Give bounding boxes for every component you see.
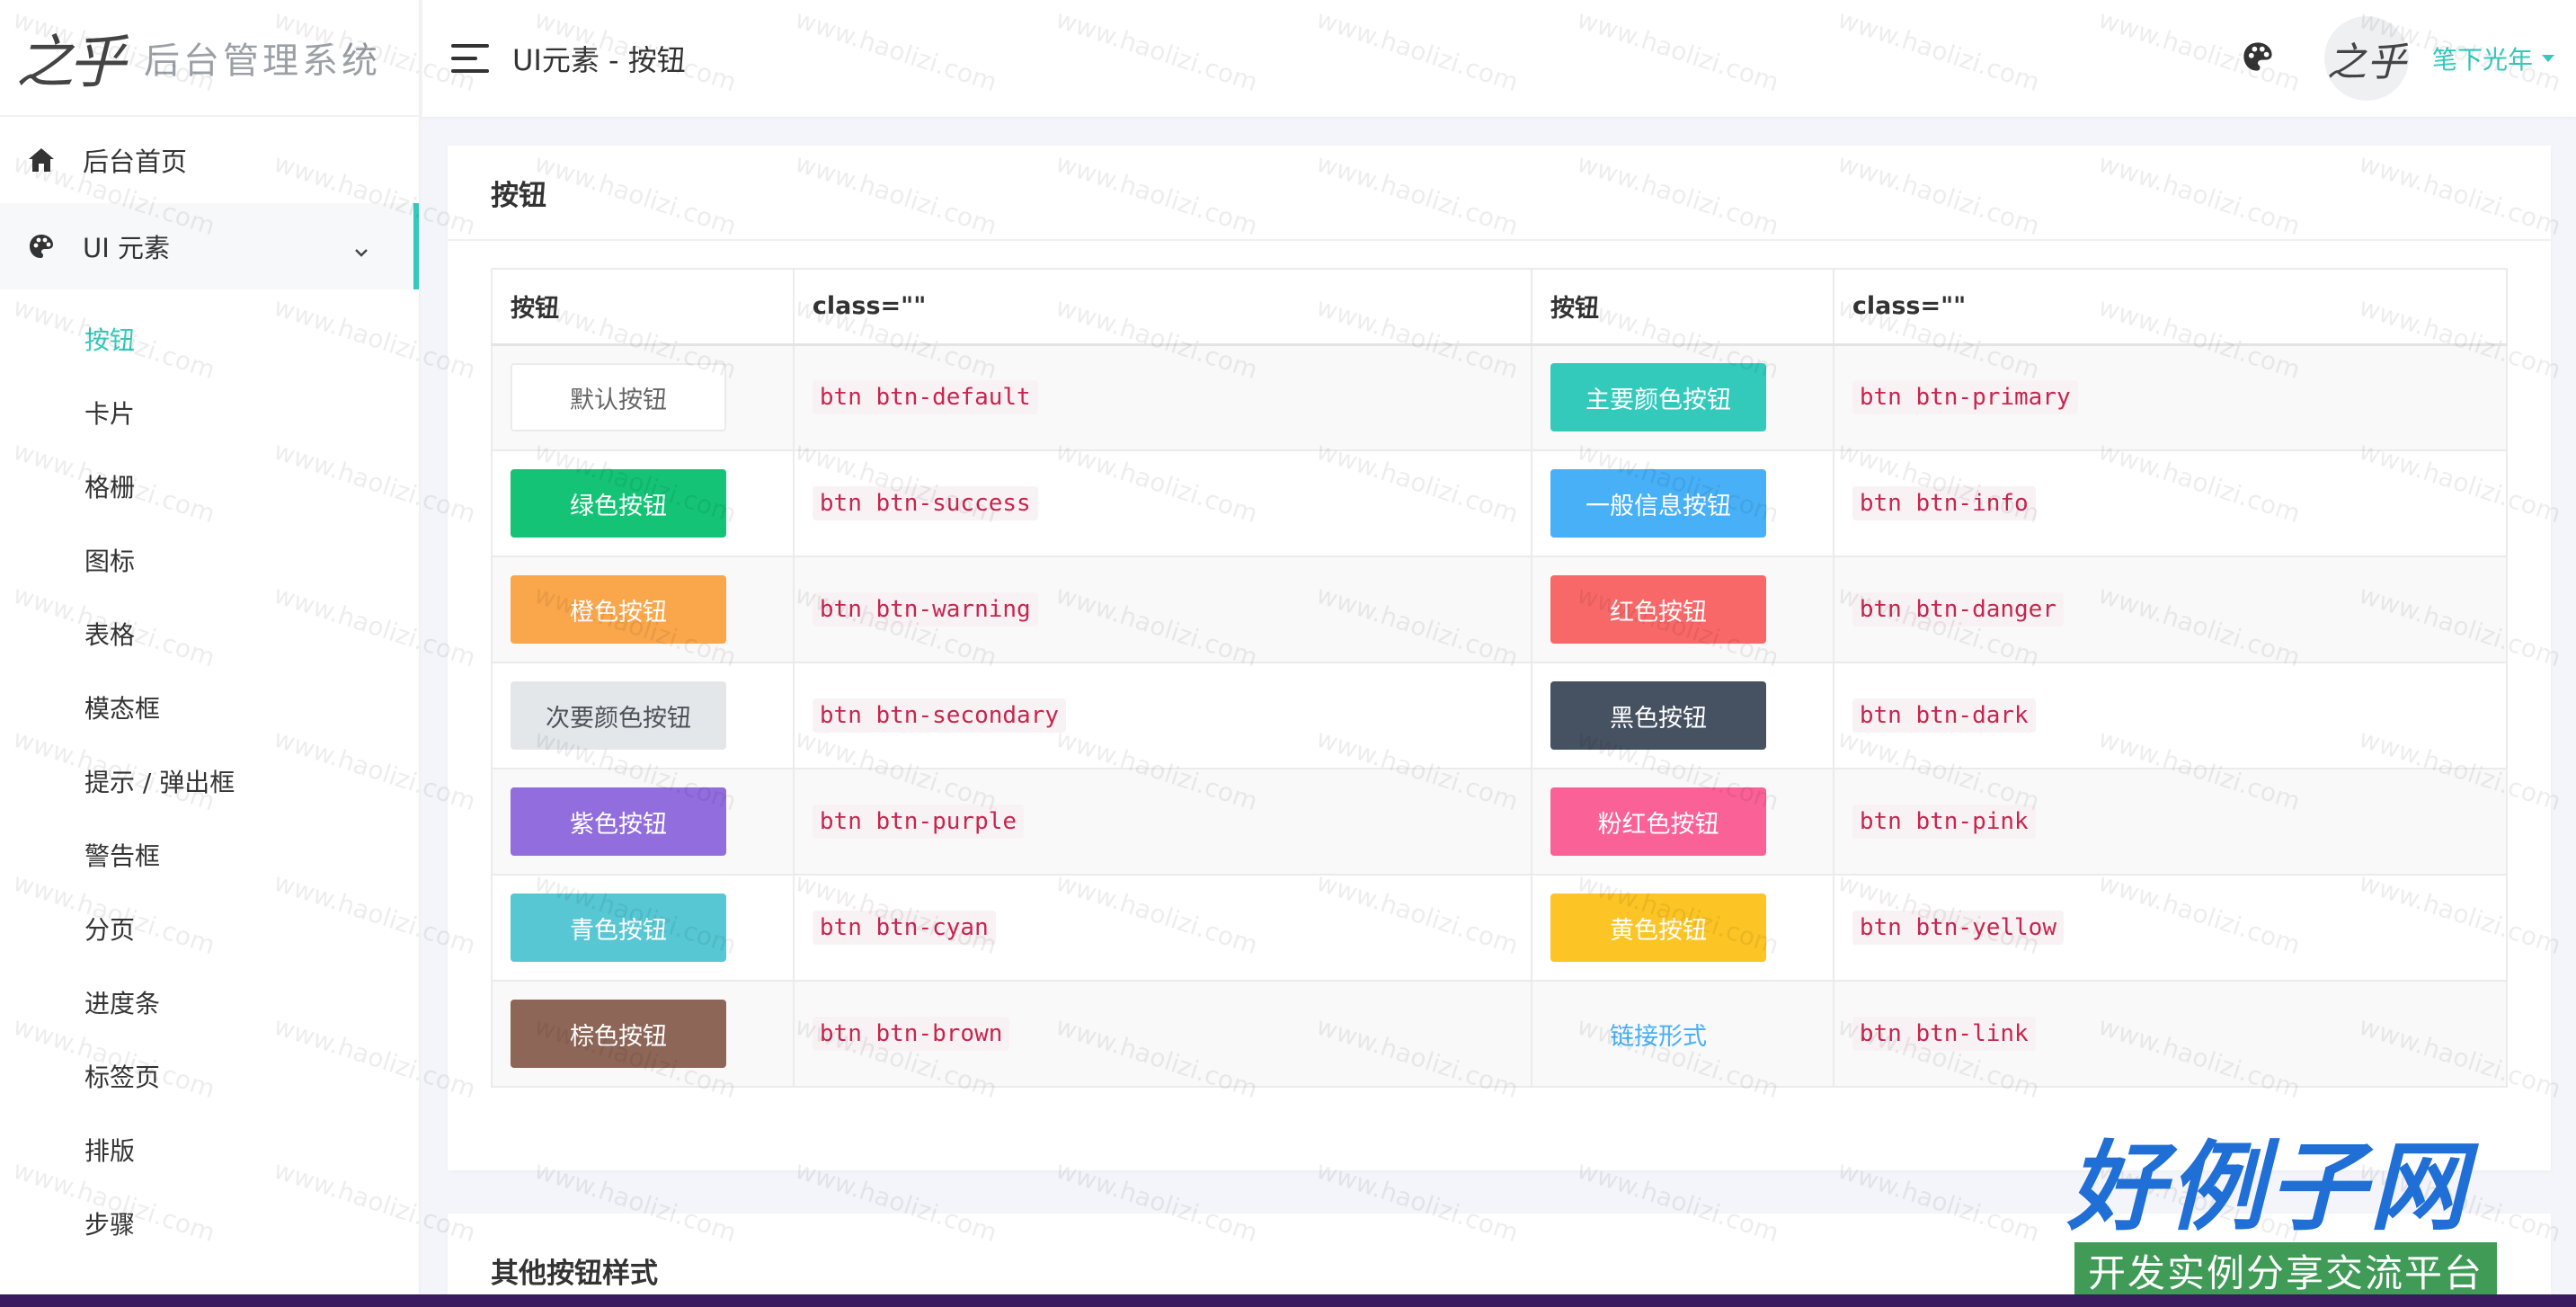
- class-code: btn btn-warning: [812, 592, 1038, 627]
- submenu-item-tables[interactable]: 表格: [0, 597, 419, 671]
- brand-logo[interactable]: 之乎 后台管理系统: [0, 0, 419, 117]
- submenu-item-modals[interactable]: 模态框: [0, 671, 419, 744]
- menu-toggle-icon[interactable]: [451, 44, 489, 73]
- table-row: 绿色按钮 btn btn-success 一般信息按钮 btn btn-info: [491, 449, 2509, 557]
- yellow-button[interactable]: 黄色按钮: [1550, 894, 1766, 962]
- class-code: btn btn-success: [812, 486, 1038, 520]
- badge-title: 好例子网: [2067, 1131, 2471, 1244]
- class-code: btn btn-primary: [1852, 380, 2078, 415]
- danger-button[interactable]: 红色按钮: [1550, 575, 1766, 644]
- submenu-item-grid[interactable]: 格栅: [0, 449, 419, 523]
- submenu-item-alerts[interactable]: 警告框: [0, 818, 419, 892]
- secondary-button[interactable]: 次要颜色按钮: [511, 681, 726, 750]
- theme-palette-icon[interactable]: [2242, 40, 2274, 76]
- warning-button[interactable]: 橙色按钮: [511, 575, 726, 644]
- submenu-item-typography[interactable]: 排版: [0, 1113, 419, 1187]
- sidebar-menu: 后台首页 UI 元素: [0, 117, 419, 289]
- buttons-table: 按钮 class="" 按钮 class="" 默认按钮 btn btn-def…: [491, 268, 2509, 1088]
- table-row: 紫色按钮 btn btn-purple 粉红色按钮 btn btn-pink: [491, 768, 2509, 876]
- class-code: btn btn-dark: [1852, 698, 2036, 733]
- default-button[interactable]: 默认按钮: [511, 363, 726, 432]
- sidebar-item-label: UI 元素: [83, 233, 170, 263]
- success-button[interactable]: 绿色按钮: [511, 469, 726, 538]
- watermark-badge: 好例子网 开发实例分享交流平台: [2067, 1129, 2499, 1307]
- page-title: UI元素 - 按钮: [512, 43, 686, 77]
- home-icon: [27, 146, 56, 174]
- table-row: 青色按钮 btn btn-cyan 黄色按钮 btn btn-yellow: [491, 874, 2509, 982]
- palette-icon: [27, 232, 56, 261]
- class-code: btn btn-purple: [812, 805, 1025, 839]
- purple-button[interactable]: 紫色按钮: [511, 787, 726, 856]
- class-code: btn btn-yellow: [1852, 911, 2064, 945]
- buttons-card: 按钮 按钮 class="" 按钮 class="" 默认按钮 btn btn-…: [448, 146, 2551, 1170]
- submenu-item-steps[interactable]: 步骤: [0, 1187, 419, 1260]
- submenu-item-pagination[interactable]: 分页: [0, 892, 419, 965]
- info-button[interactable]: 一般信息按钮: [1550, 469, 1766, 538]
- class-code: btn btn-info: [1852, 486, 2036, 520]
- table-row: 次要颜色按钮 btn btn-secondary 黑色按钮 btn btn-da…: [491, 662, 2509, 769]
- submenu-item-buttons[interactable]: 按钮: [0, 302, 419, 376]
- class-code: btn btn-default: [812, 380, 1038, 415]
- badge-subtitle: 开发实例分享交流平台: [2074, 1242, 2497, 1298]
- brown-button[interactable]: 棕色按钮: [511, 1000, 726, 1068]
- submenu-item-cards[interactable]: 卡片: [0, 376, 419, 449]
- link-button[interactable]: 链接形式: [1550, 1000, 1766, 1068]
- column-header: 按钮: [491, 268, 795, 346]
- submenu-item-tabs[interactable]: 标签页: [0, 1039, 419, 1113]
- class-code: btn btn-pink: [1852, 805, 2036, 839]
- top-header: UI元素 - 按钮 之乎 笔下光年: [422, 0, 2576, 117]
- submenu-item-tooltips[interactable]: 提示 / 弹出框: [0, 744, 419, 818]
- class-code: btn btn-brown: [812, 1017, 1010, 1051]
- table-row: 橙色按钮 btn btn-warning 红色按钮 btn btn-danger: [491, 556, 2509, 663]
- brand-name: 后台管理系统: [144, 40, 381, 82]
- column-header: class="": [792, 268, 1532, 346]
- class-code: btn btn-secondary: [812, 698, 1066, 733]
- user-name: 笔下光年: [2431, 45, 2533, 75]
- submenu-item-icons[interactable]: 图标: [0, 523, 419, 597]
- cyan-button[interactable]: 青色按钮: [511, 894, 726, 962]
- sidebar-item-ui-elements[interactable]: UI 元素: [0, 203, 419, 289]
- primary-button[interactable]: 主要颜色按钮: [1550, 363, 1766, 432]
- sidebar-submenu: 按钮 卡片 格栅 图标 表格 模态框 提示 / 弹出框 警告框 分页 进度条 标…: [0, 289, 419, 1260]
- chevron-down-icon: [354, 234, 369, 264]
- sidebar-item-home[interactable]: 后台首页: [0, 117, 419, 203]
- status-bar: [0, 1294, 2576, 1307]
- submenu-item-progress[interactable]: 进度条: [0, 965, 419, 1039]
- caret-down-icon: [2542, 55, 2554, 62]
- table-header-row: 按钮 class="" 按钮 class="": [491, 268, 2509, 346]
- dark-button[interactable]: 黑色按钮: [1550, 681, 1766, 750]
- user-menu[interactable]: 笔下光年: [2432, 40, 2554, 76]
- card-title: 按钮: [448, 146, 2551, 241]
- class-code: btn btn-danger: [1852, 592, 2064, 627]
- class-code: btn btn-cyan: [812, 911, 996, 945]
- pink-button[interactable]: 粉红色按钮: [1550, 787, 1766, 856]
- sidebar: 之乎 后台管理系统 后台首页 UI 元素 按钮 卡片 格栅 图标 表格 模态框 …: [0, 0, 421, 1307]
- avatar[interactable]: 之乎: [2323, 16, 2409, 101]
- sidebar-item-label: 后台首页: [83, 147, 188, 177]
- column-header: 按钮: [1530, 268, 1834, 346]
- logo-mark: 之乎: [16, 30, 126, 96]
- class-code: btn btn-link: [1852, 1017, 2036, 1051]
- table-row: 棕色按钮 btn btn-brown 链接形式 btn btn-link: [491, 980, 2509, 1088]
- table-row: 默认按钮 btn btn-default 主要颜色按钮 btn btn-prim…: [491, 343, 2509, 451]
- column-header: class="": [1832, 268, 2509, 346]
